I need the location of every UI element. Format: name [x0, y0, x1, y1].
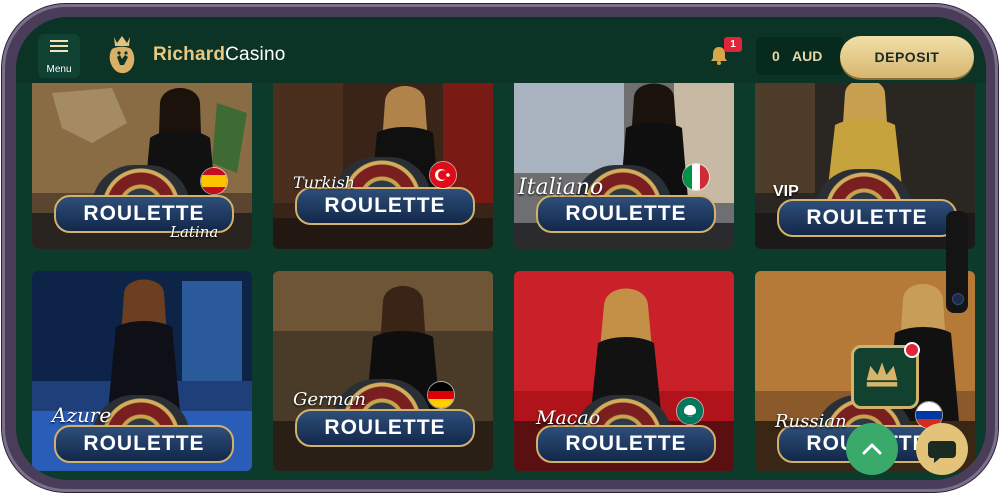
game-tile-roulette-macao[interactable]: ROULETTE Macao — [514, 271, 734, 471]
phone-frame: Menu RichardCasino 1 0 AUD DEPOSIT ROULE… — [2, 4, 998, 492]
menu-label: Menu — [46, 64, 72, 75]
game-variant-label: Russian — [775, 411, 847, 432]
game-variant-label: Latina — [170, 223, 219, 241]
scroll-to-top-button[interactable] — [846, 423, 898, 475]
top-bar: Menu RichardCasino 1 0 AUD DEPOSIT — [16, 17, 986, 83]
game-title-pill: ROULETTE — [777, 199, 957, 237]
game-variant-label: Macao — [536, 407, 601, 429]
side-panel-handle[interactable] — [946, 211, 968, 313]
balance-amount: 0 — [772, 48, 780, 64]
game-title-pill: ROULETTE — [54, 425, 234, 463]
hamburger-icon — [50, 40, 68, 42]
game-tile-roulette-german[interactable]: ROULETTE German — [273, 271, 493, 471]
chat-bubble-icon — [928, 441, 956, 463]
brand-name-part1: Richard — [153, 44, 226, 65]
game-tile-roulette-vip[interactable]: ROULETTE VIP — [755, 83, 975, 249]
brand-logo-text[interactable]: RichardCasino — [153, 44, 285, 66]
live-chat-button[interactable] — [916, 423, 968, 475]
macao-flag-icon — [676, 397, 704, 425]
balance-display[interactable]: 0 AUD — [756, 37, 844, 75]
notification-badge: 1 — [724, 37, 742, 52]
camera-dot-icon — [952, 293, 964, 305]
game-tile-roulette-latina[interactable]: ROULETTE Latina — [32, 83, 252, 249]
game-variant-label: Azure — [52, 403, 112, 427]
crown-icon — [866, 362, 898, 387]
vip-notification-dot — [904, 342, 920, 358]
game-title-pill: ROULETTE — [295, 187, 475, 225]
game-variant-label: German — [293, 389, 367, 410]
game-title-pill: ROULETTE — [536, 425, 716, 463]
game-tile-roulette-turkish[interactable]: ROULETTE Turkish — [273, 83, 493, 249]
game-grid: ROULETTE Latina ROULETTE Turkish ROULETT… — [16, 83, 986, 480]
balance-currency: AUD — [792, 48, 823, 64]
vip-crown-button[interactable] — [851, 342, 920, 409]
game-variant-label: VIP — [773, 183, 799, 200]
game-tile-roulette-italiano[interactable]: ROULETTE Italiano — [514, 83, 734, 249]
game-variant-label: Italiano — [518, 175, 604, 200]
italy-flag-icon — [682, 163, 710, 191]
game-tile-roulette-azure[interactable]: ROULETTE Azure — [32, 271, 252, 471]
deposit-button[interactable]: DEPOSIT — [840, 36, 974, 78]
chevron-up-icon — [862, 443, 882, 455]
game-variant-label: Turkish — [293, 173, 355, 192]
spain-flag-icon — [200, 167, 228, 195]
game-title-pill: ROULETTE — [295, 409, 475, 447]
menu-button[interactable]: Menu — [38, 34, 80, 78]
brand-name-part2: Casino — [225, 44, 286, 65]
game-title-pill: ROULETTE — [536, 195, 716, 233]
germany-flag-icon — [427, 381, 455, 409]
lion-crown-logo-icon[interactable] — [100, 31, 144, 75]
turkey-flag-icon — [429, 161, 457, 189]
app-screen: Menu RichardCasino 1 0 AUD DEPOSIT ROULE… — [16, 17, 986, 480]
